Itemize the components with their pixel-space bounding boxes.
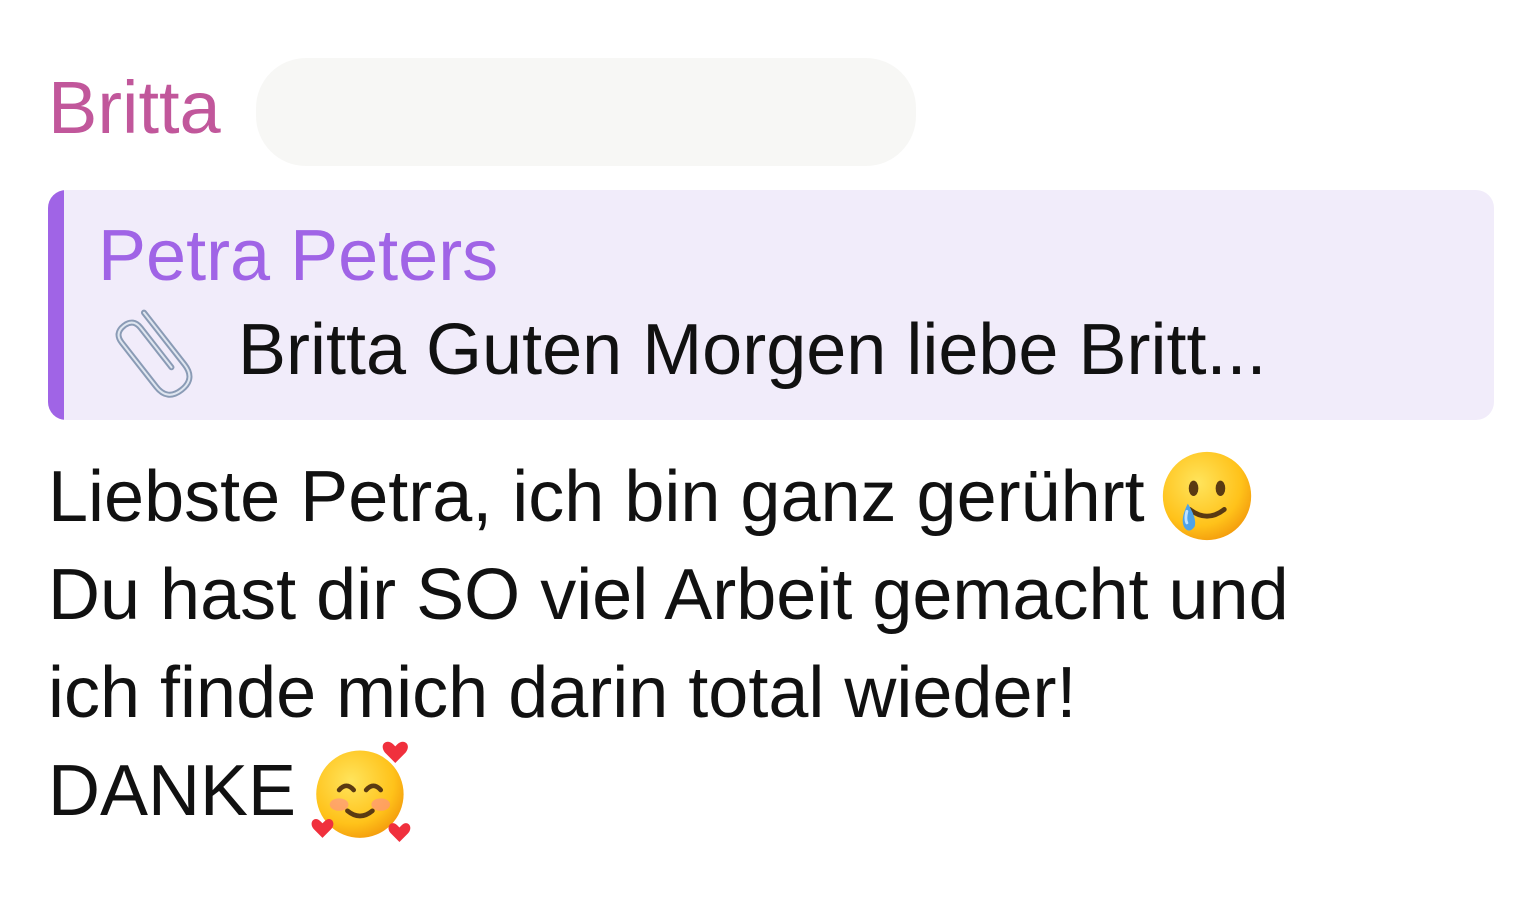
- message-line-1-text: Liebste Petra, ich bin ganz gerührt: [48, 457, 1145, 537]
- reply-author: Petra Peters: [98, 216, 499, 296]
- sender-row: Britta: [48, 58, 948, 166]
- redacted-area: [256, 58, 916, 166]
- reply-quote[interactable]: Petra Peters Britta Guten Morgen liebe B…: [48, 190, 1494, 420]
- smiling-face-with-tear-icon: [1162, 451, 1251, 541]
- message-line-3: ich finde mich darin total wieder!: [48, 653, 1077, 733]
- paperclip-icon: [115, 309, 193, 398]
- message-line-4: DANKE: [48, 741, 1498, 842]
- reply-preview: Britta Guten Morgen liebe Britt...: [98, 304, 1468, 400]
- smiling-face-with-hearts-icon: [311, 741, 411, 842]
- message-line-2: Du hast dir SO viel Arbeit gemacht und: [48, 555, 1289, 635]
- reply-accent-bar: [48, 190, 64, 420]
- message-body: Liebste Petra, ich bin ganz gerührt Du h…: [48, 448, 1498, 842]
- reply-preview-text: Britta Guten Morgen liebe Britt...: [238, 310, 1267, 390]
- sender-name[interactable]: Britta: [48, 66, 221, 150]
- message-line-4-text: DANKE: [48, 751, 297, 831]
- chat-message: Britta Petra Peters Britta Guten Morgen …: [0, 0, 1514, 917]
- message-line-1: Liebste Petra, ich bin ganz gerührt: [48, 448, 1498, 546]
